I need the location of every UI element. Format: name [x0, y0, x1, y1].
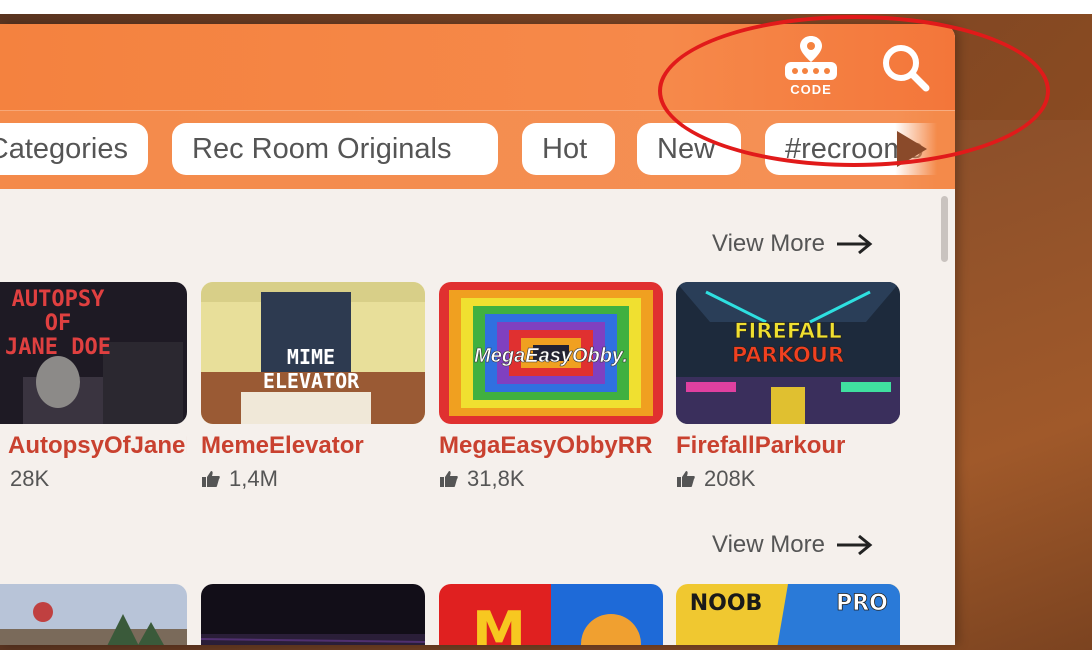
room-title[interactable]: FirefallParkour — [676, 432, 900, 460]
category-chip-rec-room-originals[interactable]: Rec Room Originals — [172, 123, 498, 175]
room-thumbnail[interactable]: M — [439, 584, 663, 645]
view-more-link-1[interactable]: View More — [712, 230, 873, 258]
category-chip-hot[interactable]: Hot — [522, 123, 615, 175]
annotation-circle — [658, 15, 1050, 167]
room-card-firefall-parkour: FIREFALL PARKOUR FirefallParkour 208K — [676, 282, 900, 492]
room-title[interactable]: MegaEasyObbyRR — [439, 432, 663, 460]
scrollbar-thumb[interactable] — [941, 196, 948, 262]
background-scene — [952, 120, 1092, 650]
room-thumbnail[interactable]: MegaEasyObby. — [439, 282, 663, 424]
room-likes: 1,4M — [201, 466, 425, 492]
view-more-link-2[interactable]: View More — [712, 531, 873, 559]
thumb-text: FIREFALL — [734, 319, 842, 343]
room-thumbnail[interactable]: AUTOPSY OF JANE DOE — [0, 282, 187, 424]
room-card-autopsy: AUTOPSY OF JANE DOE AutopsyOfJaneD... 28… — [0, 282, 187, 492]
thumb-text: PRO — [836, 591, 888, 616]
thumb-text: MIME — [287, 345, 335, 369]
category-chip-categories[interactable]: Categories — [0, 123, 148, 175]
thumbs-up-icon — [440, 471, 458, 487]
likes-count: 1,4M — [229, 466, 278, 491]
arrow-right-icon — [836, 534, 873, 556]
room-card-meme-elevator: MIME ELEVATOR MemeElevator 1,4M — [201, 282, 425, 492]
likes-count: 208K — [704, 466, 756, 491]
thumb-text: AUTOPSY — [12, 287, 105, 312]
view-more-label: View More — [712, 230, 825, 257]
thumbs-up-icon — [202, 471, 220, 487]
thumb-text: OF — [45, 311, 72, 336]
room-likes: 31,8K — [439, 466, 663, 492]
room-thumbnail[interactable]: FIREFALL PARKOUR — [676, 282, 900, 424]
room-thumbnail[interactable]: NOOB PRO — [676, 584, 900, 645]
thumb-text: PARKOUR — [732, 343, 844, 367]
room-likes: 208K — [676, 466, 900, 492]
arrow-right-icon — [836, 233, 873, 255]
room-thumbnail[interactable]: MIME ELEVATOR — [201, 282, 425, 424]
thumbs-up-icon — [677, 471, 695, 487]
likes-count: 28K — [10, 466, 50, 491]
thumb-text: NOOB — [690, 591, 763, 616]
top-strip — [0, 0, 1092, 14]
room-title[interactable]: MemeElevator — [201, 432, 425, 460]
thumb-text: ELEVATOR — [263, 369, 360, 393]
thumb-text: M — [472, 600, 526, 645]
room-card-mega-easy-obby: MegaEasyObby. MegaEasyObbyRR 31,8K — [439, 282, 663, 492]
room-likes: 28K — [0, 466, 187, 492]
view-more-label: View More — [712, 531, 825, 558]
room-thumbnail[interactable] — [201, 584, 425, 645]
likes-count: 31,8K — [467, 466, 525, 491]
room-thumbnail[interactable] — [0, 584, 187, 645]
thumb-text: MegaEasyObby. — [474, 345, 628, 367]
thumb-text: JANE DOE — [5, 335, 111, 360]
room-title[interactable]: AutopsyOfJaneD... — [0, 432, 187, 460]
